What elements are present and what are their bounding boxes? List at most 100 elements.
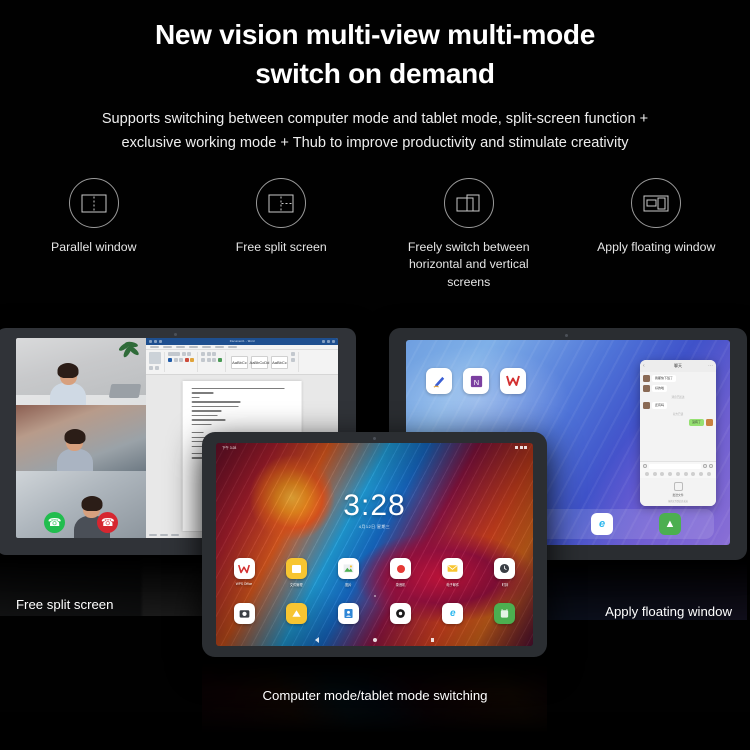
quick-access-icon[interactable] xyxy=(149,340,153,343)
home-app-grid-row-1[interactable]: WPS Office 文件管理 图片 录音机 电子邮件 时钟 xyxy=(224,558,525,587)
recorder-icon[interactable]: 录音机 xyxy=(381,558,421,587)
contacts-icon[interactable] xyxy=(328,603,368,624)
ribbon-toolbar[interactable]: AaBbCc AaBbCcDd AaBbCc xyxy=(146,350,338,375)
font-size-select[interactable] xyxy=(181,352,186,356)
wps-office-icon[interactable]: WPS Office xyxy=(224,558,264,587)
style-heading1[interactable]: AaBbCcDd xyxy=(250,355,269,369)
tab-view[interactable] xyxy=(228,346,238,348)
chat-floating-window[interactable]: ‹ 聊天 ⋯ 我都快下班了 好的啦 消息已送达 还有吗 对方已读 没有了 发送文… xyxy=(640,360,716,506)
font-family-select[interactable] xyxy=(168,352,181,356)
email-icon[interactable]: 电子邮件 xyxy=(433,558,473,587)
chat-message-list[interactable]: 我都快下班了 好的啦 消息已送达 还有吗 对方已读 没有了 xyxy=(640,372,716,461)
tablet-mode-device[interactable]: 下午 3:28 3:28 4月12日 星期三 WPS Office 文件管理 图… xyxy=(202,432,547,657)
paragraph-group[interactable] xyxy=(201,352,226,372)
settings-icon[interactable] xyxy=(707,472,711,476)
search-icon[interactable] xyxy=(644,472,649,476)
copy-icon[interactable] xyxy=(154,366,159,370)
star-icon[interactable] xyxy=(691,472,696,476)
video-participant-tile[interactable] xyxy=(16,338,147,405)
back-chevron-icon[interactable]: ‹ xyxy=(643,363,645,369)
replace-icon[interactable] xyxy=(290,358,295,362)
tab-layout[interactable] xyxy=(189,346,199,348)
video-participant-tile[interactable]: ☎ ☎ xyxy=(16,471,147,538)
style-normal[interactable]: AaBbCc xyxy=(230,355,248,369)
cut-icon[interactable] xyxy=(149,366,154,370)
emoji-icon[interactable] xyxy=(703,464,707,468)
emoji-icon[interactable] xyxy=(652,472,657,476)
font-color-icon[interactable] xyxy=(184,358,189,362)
save-icon[interactable] xyxy=(154,340,158,343)
gallery-icon[interactable]: 图片 xyxy=(328,558,368,587)
navigation-bar[interactable] xyxy=(216,637,533,643)
browser-dock-icon[interactable]: e xyxy=(591,513,613,535)
chat-emoji-row[interactable] xyxy=(640,470,716,478)
call-controls[interactable]: ☎ ☎ xyxy=(16,511,146,533)
heart-icon[interactable] xyxy=(660,472,665,476)
market-dock-icon[interactable]: ▲ xyxy=(659,513,681,535)
tab-review[interactable] xyxy=(215,346,225,348)
browser-icon[interactable]: e xyxy=(433,603,473,624)
feature-parallel-window[interactable]: Parallel window xyxy=(0,178,188,291)
clock-icon[interactable]: 时钟 xyxy=(485,558,525,587)
phone-decline-icon[interactable]: ☎ xyxy=(97,511,119,533)
tab-file[interactable] xyxy=(150,346,160,348)
tab-insert[interactable] xyxy=(176,346,186,348)
find-icon[interactable] xyxy=(290,352,295,356)
photos-icon[interactable] xyxy=(276,603,316,624)
home-app-grid-row-2[interactable]: e xyxy=(224,603,525,624)
shading-icon[interactable] xyxy=(217,358,222,362)
clipboard-group[interactable] xyxy=(149,352,166,372)
chat-file-drop-zone[interactable]: 发送文件 拖拽文件到此处发送 xyxy=(640,478,716,506)
feature-free-split-screen[interactable]: Free split screen xyxy=(188,178,376,291)
nav-recents-icon[interactable] xyxy=(430,638,435,642)
grow-font-icon[interactable] xyxy=(187,352,192,356)
file-manager-icon[interactable]: 文件管理 xyxy=(276,558,316,587)
maximize-icon[interactable] xyxy=(327,340,330,343)
bullets-icon[interactable] xyxy=(201,352,206,356)
tab-references[interactable] xyxy=(202,346,212,348)
paste-icon[interactable] xyxy=(149,352,162,364)
feature-rotate-screen[interactable]: Freely switch between horizontal and ver… xyxy=(375,178,563,291)
nav-home-icon[interactable] xyxy=(372,638,377,642)
nav-back-icon[interactable] xyxy=(314,637,319,643)
settings-icon[interactable] xyxy=(381,603,421,624)
underline-icon[interactable] xyxy=(179,358,184,362)
editing-group[interactable] xyxy=(290,352,299,372)
zoom-slider[interactable] xyxy=(171,534,180,536)
video-participant-tile[interactable] xyxy=(16,404,147,472)
minimize-icon[interactable] xyxy=(322,340,325,343)
align-center-icon[interactable] xyxy=(206,358,211,362)
face-icon[interactable] xyxy=(683,472,688,476)
highlight-icon[interactable] xyxy=(190,358,195,362)
market-icon[interactable] xyxy=(485,603,525,624)
font-group[interactable] xyxy=(168,352,199,372)
bold-icon[interactable] xyxy=(168,358,173,362)
more-dots-icon[interactable]: ⋯ xyxy=(708,363,713,369)
sticker-icon[interactable] xyxy=(668,472,673,476)
feature-floating-window[interactable]: Apply floating window xyxy=(563,178,750,291)
chat-text-input[interactable] xyxy=(649,463,701,469)
camera-icon[interactable] xyxy=(224,603,264,624)
wps-office-app-icon[interactable] xyxy=(500,368,526,394)
styles-gallery[interactable]: AaBbCc AaBbCcDd AaBbCc xyxy=(229,352,288,372)
recent-icon[interactable] xyxy=(699,472,704,476)
onenote-app-icon[interactable]: N xyxy=(463,368,489,394)
gif-icon[interactable] xyxy=(675,472,680,476)
multilevel-icon[interactable] xyxy=(212,352,217,356)
center-tablet-screen[interactable]: 下午 3:28 3:28 4月12日 星期三 WPS Office 文件管理 图… xyxy=(216,443,533,646)
numbering-icon[interactable] xyxy=(206,352,211,356)
align-left-icon[interactable] xyxy=(201,358,206,362)
align-right-icon[interactable] xyxy=(212,358,217,362)
voice-icon[interactable] xyxy=(643,464,647,468)
style-heading2[interactable]: AaBbCc xyxy=(270,355,288,369)
chat-input-bar[interactable] xyxy=(640,461,716,470)
close-icon[interactable] xyxy=(332,340,335,343)
tab-home[interactable] xyxy=(163,346,173,348)
undo-icon[interactable] xyxy=(159,340,163,343)
add-more-icon[interactable] xyxy=(709,464,713,468)
phone-accept-icon[interactable]: ☎ xyxy=(44,511,66,533)
italic-icon[interactable] xyxy=(173,358,178,362)
video-call-pane[interactable]: ☎ ☎ xyxy=(16,338,147,538)
home-app-row[interactable]: N xyxy=(426,368,526,394)
notes-app-icon[interactable] xyxy=(426,368,452,394)
